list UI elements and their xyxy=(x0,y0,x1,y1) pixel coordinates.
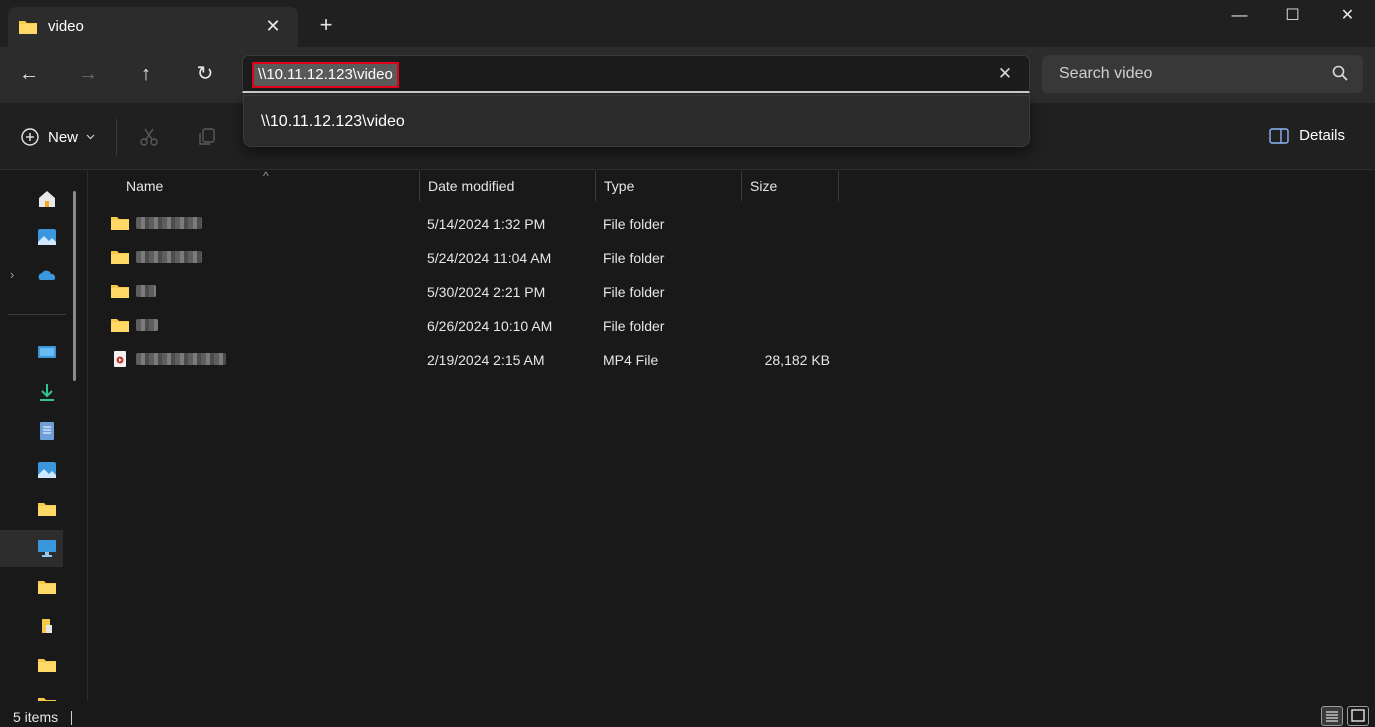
chevron-right-icon[interactable]: › xyxy=(10,267,14,282)
list-view-icon xyxy=(1326,711,1338,722)
tab-title: video xyxy=(48,18,84,35)
onedrive-icon[interactable] xyxy=(37,266,57,286)
cut-icon[interactable] xyxy=(138,126,160,148)
home-icon[interactable] xyxy=(37,189,57,209)
file-name-redacted xyxy=(136,251,202,263)
details-view-button[interactable] xyxy=(1321,706,1343,726)
plus-circle-icon xyxy=(21,128,39,146)
file-size: 28,182 KB xyxy=(764,352,830,368)
file-date: 5/30/2024 2:21 PM xyxy=(427,284,546,300)
file-date: 6/26/2024 10:10 AM xyxy=(427,318,553,334)
file-name-redacted xyxy=(136,285,156,297)
column-divider[interactable] xyxy=(595,171,596,201)
column-divider[interactable] xyxy=(419,171,420,201)
new-button-label: New xyxy=(48,128,79,146)
file-type: MP4 File xyxy=(603,352,659,368)
file-name-redacted xyxy=(136,217,202,229)
video-file-icon xyxy=(114,351,126,367)
suggestion-item[interactable]: \\10.11.12.123\video xyxy=(261,113,405,131)
search-input[interactable]: Search video xyxy=(1059,65,1152,83)
new-button[interactable]: New xyxy=(20,125,95,149)
forward-button[interactable]: → xyxy=(71,59,105,89)
folder-icon[interactable] xyxy=(37,577,57,597)
details-label: Details xyxy=(1299,127,1345,144)
table-row[interactable]: 5/30/2024 2:21 PM File folder xyxy=(89,275,849,309)
column-header-date[interactable]: Date modified xyxy=(428,178,514,194)
minimize-button[interactable]: — xyxy=(1212,2,1267,30)
details-button[interactable]: Details xyxy=(1269,127,1345,144)
up-button[interactable]: ↑ xyxy=(129,59,163,89)
folder-icon xyxy=(111,285,129,298)
back-button[interactable]: ← xyxy=(12,59,46,89)
tab-close-button[interactable]: ✕ xyxy=(260,13,286,39)
close-window-button[interactable]: ✕ xyxy=(1320,2,1375,30)
file-name-redacted xyxy=(136,353,226,365)
column-header-type[interactable]: Type xyxy=(604,178,634,194)
table-row[interactable]: 6/26/2024 10:10 AM File folder xyxy=(89,309,849,343)
desktop-icon[interactable] xyxy=(37,343,57,363)
folder-icon xyxy=(19,21,37,34)
folder-icon[interactable] xyxy=(37,655,57,675)
file-type: File folder xyxy=(603,318,665,334)
gallery-icon[interactable] xyxy=(37,227,57,247)
file-type: File folder xyxy=(603,216,665,232)
file-type: File folder xyxy=(603,284,665,300)
address-suggestion-dropdown: \\10.11.12.123\video xyxy=(243,95,1030,147)
refresh-button[interactable]: ↻ xyxy=(188,59,222,89)
tiles-view-icon xyxy=(1351,709,1365,722)
file-date: 5/24/2024 11:04 AM xyxy=(427,250,552,266)
table-row[interactable]: 5/24/2024 11:04 AM File folder xyxy=(89,241,849,275)
table-row[interactable]: 2/19/2024 2:15 AM MP4 File 28,182 KB xyxy=(89,343,849,377)
drive-icon[interactable] xyxy=(37,616,57,636)
nav-divider xyxy=(8,314,66,315)
column-header-name[interactable]: Name xyxy=(126,178,163,194)
table-row[interactable]: 5/14/2024 1:32 PM File folder xyxy=(89,207,849,241)
search-box[interactable]: Search video xyxy=(1042,55,1363,93)
tab-video[interactable]: video ✕ xyxy=(8,7,298,47)
address-input[interactable]: \\10.11.12.123\video xyxy=(252,62,399,88)
folder-icon xyxy=(111,251,129,264)
navigation-pane: › xyxy=(0,171,88,711)
file-name-redacted xyxy=(136,319,158,331)
copy-icon[interactable] xyxy=(196,126,218,148)
folder-icon xyxy=(111,319,129,332)
address-bar[interactable]: \\10.11.12.123\video ✕ xyxy=(242,55,1030,93)
file-list: Name ^ Date modified Type Size 5/14/2024… xyxy=(89,169,1375,701)
downloads-icon[interactable] xyxy=(37,382,57,402)
file-date: 5/14/2024 1:32 PM xyxy=(427,216,546,232)
chevron-down-icon xyxy=(86,134,95,140)
pictures-icon[interactable] xyxy=(37,460,57,480)
file-date: 2/19/2024 2:15 AM xyxy=(427,352,545,368)
this-pc-icon[interactable] xyxy=(37,538,57,558)
documents-icon[interactable] xyxy=(37,421,57,441)
column-divider[interactable] xyxy=(838,171,839,201)
command-divider xyxy=(116,119,117,155)
column-headers: Name ^ Date modified Type Size xyxy=(89,169,849,201)
column-header-size[interactable]: Size xyxy=(750,178,777,194)
maximize-button[interactable]: ☐ xyxy=(1265,2,1320,30)
sort-ascending-icon: ^ xyxy=(263,169,269,183)
folder-icon xyxy=(111,217,129,230)
tiles-view-button[interactable] xyxy=(1347,706,1369,726)
nav-scrollbar[interactable] xyxy=(73,191,76,381)
file-type: File folder xyxy=(603,250,665,266)
item-count: 5 items xyxy=(13,709,59,725)
clear-address-button[interactable]: ✕ xyxy=(993,62,1017,86)
status-divider xyxy=(71,711,72,725)
details-pane-icon xyxy=(1269,127,1289,144)
folder-icon[interactable] xyxy=(37,499,57,519)
new-tab-button[interactable]: + xyxy=(313,12,339,38)
title-bar: video ✕ + — ☐ ✕ xyxy=(0,0,1375,47)
search-icon xyxy=(1332,65,1348,81)
column-divider[interactable] xyxy=(741,171,742,201)
status-bar: 5 items xyxy=(0,701,1375,727)
